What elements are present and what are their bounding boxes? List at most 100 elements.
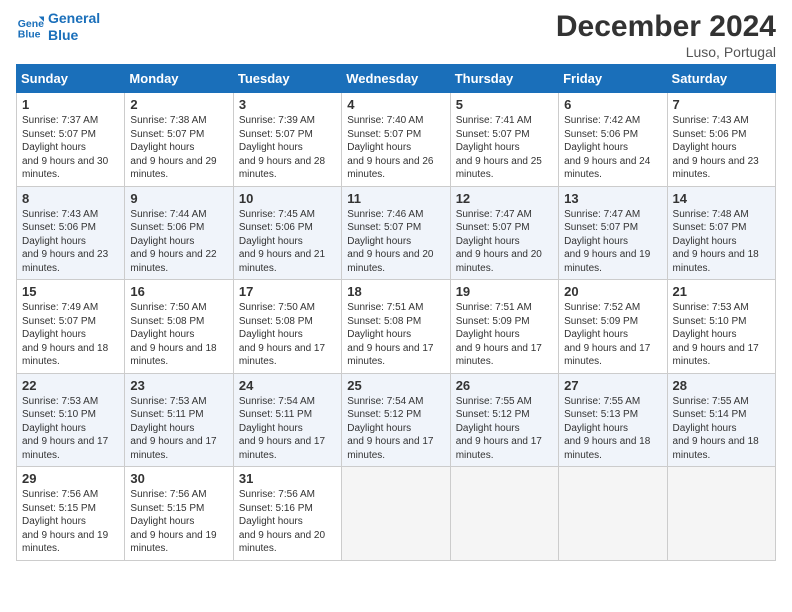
calendar-cell: 23 Sunrise: 7:53 AMSunset: 5:11 PMDaylig… bbox=[125, 373, 233, 467]
cell-content: Sunrise: 7:50 AMSunset: 5:08 PMDaylight … bbox=[130, 302, 216, 367]
cell-content: Sunrise: 7:47 AMSunset: 5:07 PMDaylight … bbox=[456, 209, 542, 274]
location: Luso, Portugal bbox=[556, 44, 776, 60]
cell-content: Sunrise: 7:53 AMSunset: 5:10 PMDaylight … bbox=[22, 396, 108, 461]
calendar-week-2: 8 Sunrise: 7:43 AMSunset: 5:06 PMDayligh… bbox=[17, 186, 776, 280]
cell-content: Sunrise: 7:41 AMSunset: 5:07 PMDaylight … bbox=[456, 115, 542, 180]
calendar-cell: 25 Sunrise: 7:54 AMSunset: 5:12 PMDaylig… bbox=[342, 373, 450, 467]
day-number: 9 bbox=[130, 191, 227, 206]
header: General Blue General Blue December 2024 … bbox=[16, 10, 776, 60]
calendar-cell: 8 Sunrise: 7:43 AMSunset: 5:06 PMDayligh… bbox=[17, 186, 125, 280]
cell-content: Sunrise: 7:46 AMSunset: 5:07 PMDaylight … bbox=[347, 209, 433, 274]
cell-content: Sunrise: 7:54 AMSunset: 5:12 PMDaylight … bbox=[347, 396, 433, 461]
calendar-week-1: 1 Sunrise: 7:37 AMSunset: 5:07 PMDayligh… bbox=[17, 93, 776, 187]
cell-content: Sunrise: 7:54 AMSunset: 5:11 PMDaylight … bbox=[239, 396, 325, 461]
month-title: December 2024 bbox=[556, 10, 776, 44]
day-number: 4 bbox=[347, 97, 444, 112]
logo-line1: General bbox=[48, 10, 100, 26]
cell-content: Sunrise: 7:43 AMSunset: 5:06 PMDaylight … bbox=[673, 115, 759, 180]
calendar-cell: 6 Sunrise: 7:42 AMSunset: 5:06 PMDayligh… bbox=[559, 93, 667, 187]
weekday-header-row: SundayMondayTuesdayWednesdayThursdayFrid… bbox=[17, 65, 776, 93]
calendar-cell: 30 Sunrise: 7:56 AMSunset: 5:15 PMDaylig… bbox=[125, 467, 233, 561]
day-number: 31 bbox=[239, 471, 336, 486]
calendar-cell: 14 Sunrise: 7:48 AMSunset: 5:07 PMDaylig… bbox=[667, 186, 775, 280]
cell-content: Sunrise: 7:52 AMSunset: 5:09 PMDaylight … bbox=[564, 302, 650, 367]
calendar-cell bbox=[450, 467, 558, 561]
calendar-cell: 29 Sunrise: 7:56 AMSunset: 5:15 PMDaylig… bbox=[17, 467, 125, 561]
calendar-cell: 9 Sunrise: 7:44 AMSunset: 5:06 PMDayligh… bbox=[125, 186, 233, 280]
calendar-cell: 13 Sunrise: 7:47 AMSunset: 5:07 PMDaylig… bbox=[559, 186, 667, 280]
cell-content: Sunrise: 7:55 AMSunset: 5:12 PMDaylight … bbox=[456, 396, 542, 461]
calendar-cell: 7 Sunrise: 7:43 AMSunset: 5:06 PMDayligh… bbox=[667, 93, 775, 187]
calendar-body: 1 Sunrise: 7:37 AMSunset: 5:07 PMDayligh… bbox=[17, 93, 776, 561]
weekday-header-tuesday: Tuesday bbox=[233, 65, 341, 93]
calendar-cell: 26 Sunrise: 7:55 AMSunset: 5:12 PMDaylig… bbox=[450, 373, 558, 467]
cell-content: Sunrise: 7:55 AMSunset: 5:14 PMDaylight … bbox=[673, 396, 759, 461]
weekday-header-monday: Monday bbox=[125, 65, 233, 93]
day-number: 21 bbox=[673, 284, 770, 299]
logo-icon: General Blue bbox=[16, 13, 44, 41]
day-number: 22 bbox=[22, 378, 119, 393]
cell-content: Sunrise: 7:53 AMSunset: 5:11 PMDaylight … bbox=[130, 396, 216, 461]
calendar-cell: 5 Sunrise: 7:41 AMSunset: 5:07 PMDayligh… bbox=[450, 93, 558, 187]
day-number: 18 bbox=[347, 284, 444, 299]
calendar-cell: 21 Sunrise: 7:53 AMSunset: 5:10 PMDaylig… bbox=[667, 280, 775, 374]
calendar-cell: 2 Sunrise: 7:38 AMSunset: 5:07 PMDayligh… bbox=[125, 93, 233, 187]
cell-content: Sunrise: 7:51 AMSunset: 5:08 PMDaylight … bbox=[347, 302, 433, 367]
weekday-header-saturday: Saturday bbox=[667, 65, 775, 93]
calendar-cell: 15 Sunrise: 7:49 AMSunset: 5:07 PMDaylig… bbox=[17, 280, 125, 374]
cell-content: Sunrise: 7:47 AMSunset: 5:07 PMDaylight … bbox=[564, 209, 650, 274]
calendar-cell: 16 Sunrise: 7:50 AMSunset: 5:08 PMDaylig… bbox=[125, 280, 233, 374]
day-number: 16 bbox=[130, 284, 227, 299]
calendar-cell: 11 Sunrise: 7:46 AMSunset: 5:07 PMDaylig… bbox=[342, 186, 450, 280]
calendar-cell: 10 Sunrise: 7:45 AMSunset: 5:06 PMDaylig… bbox=[233, 186, 341, 280]
calendar-week-4: 22 Sunrise: 7:53 AMSunset: 5:10 PMDaylig… bbox=[17, 373, 776, 467]
calendar-cell: 17 Sunrise: 7:50 AMSunset: 5:08 PMDaylig… bbox=[233, 280, 341, 374]
calendar-cell: 20 Sunrise: 7:52 AMSunset: 5:09 PMDaylig… bbox=[559, 280, 667, 374]
day-number: 6 bbox=[564, 97, 661, 112]
calendar-cell: 18 Sunrise: 7:51 AMSunset: 5:08 PMDaylig… bbox=[342, 280, 450, 374]
cell-content: Sunrise: 7:40 AMSunset: 5:07 PMDaylight … bbox=[347, 115, 433, 180]
day-number: 12 bbox=[456, 191, 553, 206]
page-container: General Blue General Blue December 2024 … bbox=[0, 0, 792, 571]
cell-content: Sunrise: 7:38 AMSunset: 5:07 PMDaylight … bbox=[130, 115, 216, 180]
cell-content: Sunrise: 7:43 AMSunset: 5:06 PMDaylight … bbox=[22, 209, 108, 274]
day-number: 29 bbox=[22, 471, 119, 486]
cell-content: Sunrise: 7:51 AMSunset: 5:09 PMDaylight … bbox=[456, 302, 542, 367]
day-number: 2 bbox=[130, 97, 227, 112]
day-number: 27 bbox=[564, 378, 661, 393]
calendar-cell: 24 Sunrise: 7:54 AMSunset: 5:11 PMDaylig… bbox=[233, 373, 341, 467]
calendar-week-5: 29 Sunrise: 7:56 AMSunset: 5:15 PMDaylig… bbox=[17, 467, 776, 561]
cell-content: Sunrise: 7:39 AMSunset: 5:07 PMDaylight … bbox=[239, 115, 325, 180]
calendar-table: SundayMondayTuesdayWednesdayThursdayFrid… bbox=[16, 64, 776, 561]
calendar-cell: 3 Sunrise: 7:39 AMSunset: 5:07 PMDayligh… bbox=[233, 93, 341, 187]
day-number: 28 bbox=[673, 378, 770, 393]
day-number: 13 bbox=[564, 191, 661, 206]
calendar-cell: 19 Sunrise: 7:51 AMSunset: 5:09 PMDaylig… bbox=[450, 280, 558, 374]
day-number: 8 bbox=[22, 191, 119, 206]
calendar-cell bbox=[559, 467, 667, 561]
day-number: 17 bbox=[239, 284, 336, 299]
day-number: 10 bbox=[239, 191, 336, 206]
calendar-cell: 27 Sunrise: 7:55 AMSunset: 5:13 PMDaylig… bbox=[559, 373, 667, 467]
cell-content: Sunrise: 7:48 AMSunset: 5:07 PMDaylight … bbox=[673, 209, 759, 274]
cell-content: Sunrise: 7:56 AMSunset: 5:15 PMDaylight … bbox=[130, 489, 216, 554]
cell-content: Sunrise: 7:50 AMSunset: 5:08 PMDaylight … bbox=[239, 302, 325, 367]
logo: General Blue General Blue bbox=[16, 10, 100, 44]
day-number: 14 bbox=[673, 191, 770, 206]
calendar-cell: 28 Sunrise: 7:55 AMSunset: 5:14 PMDaylig… bbox=[667, 373, 775, 467]
day-number: 11 bbox=[347, 191, 444, 206]
cell-content: Sunrise: 7:42 AMSunset: 5:06 PMDaylight … bbox=[564, 115, 650, 180]
weekday-header-sunday: Sunday bbox=[17, 65, 125, 93]
day-number: 30 bbox=[130, 471, 227, 486]
cell-content: Sunrise: 7:45 AMSunset: 5:06 PMDaylight … bbox=[239, 209, 325, 274]
weekday-header-thursday: Thursday bbox=[450, 65, 558, 93]
day-number: 19 bbox=[456, 284, 553, 299]
cell-content: Sunrise: 7:37 AMSunset: 5:07 PMDaylight … bbox=[22, 115, 108, 180]
cell-content: Sunrise: 7:56 AMSunset: 5:16 PMDaylight … bbox=[239, 489, 325, 554]
title-block: December 2024 Luso, Portugal bbox=[556, 10, 776, 60]
cell-content: Sunrise: 7:49 AMSunset: 5:07 PMDaylight … bbox=[22, 302, 108, 367]
cell-content: Sunrise: 7:56 AMSunset: 5:15 PMDaylight … bbox=[22, 489, 108, 554]
weekday-header-wednesday: Wednesday bbox=[342, 65, 450, 93]
day-number: 23 bbox=[130, 378, 227, 393]
calendar-cell: 1 Sunrise: 7:37 AMSunset: 5:07 PMDayligh… bbox=[17, 93, 125, 187]
